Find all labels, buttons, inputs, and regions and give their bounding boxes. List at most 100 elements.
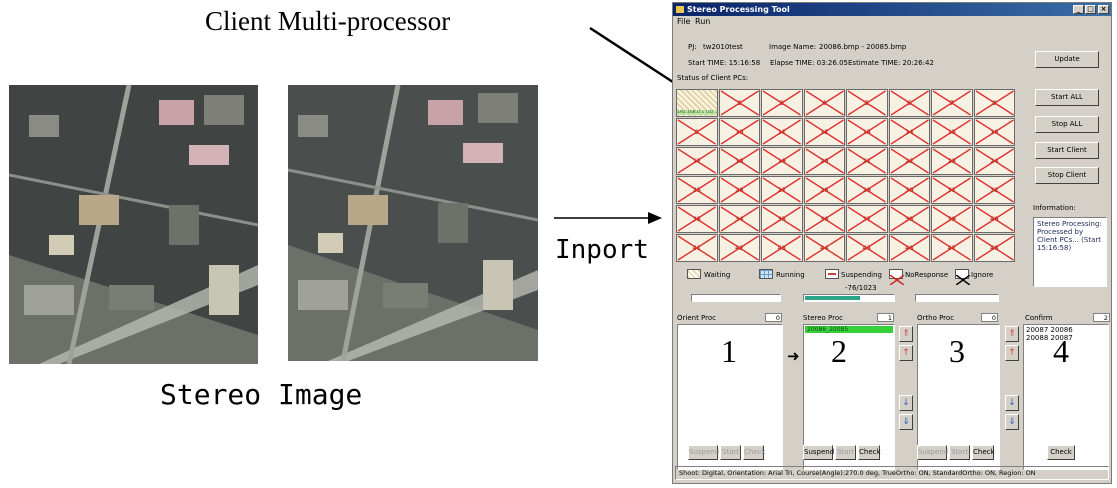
client-cell[interactable]: 15 xyxy=(931,118,973,146)
menu-file[interactable]: File xyxy=(677,17,690,26)
confirm-check-button[interactable]: Check xyxy=(1047,445,1075,460)
client-cell[interactable]: 25 xyxy=(676,176,718,204)
move-bottom-icon[interactable]: ⇓ xyxy=(1005,414,1019,430)
client-cell[interactable]: 32 xyxy=(973,176,1015,204)
stereo-check-button[interactable]: Check xyxy=(858,445,881,460)
client-cell-number: 44 xyxy=(820,244,829,252)
image-name-value: 20086.bmp - 20085.bmp xyxy=(819,43,907,51)
client-cell[interactable]: 47 xyxy=(931,234,973,262)
client-cell-number: 36 xyxy=(820,215,829,223)
client-cell[interactable]: 48 xyxy=(973,234,1015,262)
inport-label: Inport xyxy=(555,235,649,265)
minimize-button[interactable]: _ xyxy=(1073,5,1084,14)
client-cell[interactable]: 20 xyxy=(803,147,845,175)
client-cell[interactable]: 31 xyxy=(931,176,973,204)
orient-suspend-button[interactable]: Suspend xyxy=(688,445,719,460)
client-pc-grid: 192.168.0.1 (10...) 2 3 4 5 6 7 8 9 10 11 12 13 14 15 1… xyxy=(676,89,1019,265)
stereo-proc-count: 1 xyxy=(877,313,894,322)
client-cell[interactable]: 39 xyxy=(931,205,973,233)
close-button[interactable]: × xyxy=(1098,5,1109,14)
client-cell[interactable]: 22 xyxy=(888,147,930,175)
client-cell[interactable]: 40 xyxy=(973,205,1015,233)
maximize-button[interactable]: □ xyxy=(1085,5,1096,14)
client-cell[interactable]: 5 xyxy=(846,89,888,117)
client-cell[interactable]: 6 xyxy=(888,89,930,117)
ortho-start-button[interactable]: Start xyxy=(949,445,970,460)
client-cell[interactable]: 28 xyxy=(803,176,845,204)
stereo-suspend-button[interactable]: Suspend xyxy=(803,445,834,460)
client-cell[interactable]: 30 xyxy=(888,176,930,204)
start-client-button[interactable]: Start Client xyxy=(1035,142,1099,159)
status-bar-text: Shoot: Digital, Orientation: Arial Tri, … xyxy=(679,469,1036,477)
client-cell[interactable]: 23 xyxy=(931,147,973,175)
client-cell[interactable]: 45 xyxy=(846,234,888,262)
client-cell[interactable]: 18 xyxy=(718,147,760,175)
start-time: Start TIME: 15:16:58 xyxy=(688,59,761,67)
client-cell[interactable]: 12 xyxy=(803,118,845,146)
client-cell[interactable]: 33 xyxy=(676,205,718,233)
client-cell[interactable]: 21 xyxy=(846,147,888,175)
start-all-button[interactable]: Start ALL xyxy=(1035,89,1099,106)
client-cell[interactable]: 14 xyxy=(888,118,930,146)
client-cell[interactable]: 27 xyxy=(761,176,803,204)
move-up-icon[interactable]: ↑ xyxy=(899,345,913,361)
client-cell[interactable]: 34 xyxy=(718,205,760,233)
legend-suspending-swatch xyxy=(825,269,839,279)
update-button[interactable]: Update xyxy=(1035,51,1099,68)
stereo-image-caption: Stereo Image xyxy=(160,378,363,411)
client-cell[interactable]: 3 xyxy=(761,89,803,117)
client-cell[interactable]: 17 xyxy=(676,147,718,175)
confirm-label: Confirm xyxy=(1025,314,1053,322)
client-cell[interactable]: 42 xyxy=(718,234,760,262)
move-down-icon[interactable]: ↓ xyxy=(1005,395,1019,411)
stop-all-button[interactable]: Stop ALL xyxy=(1035,116,1099,133)
pj-value: tw2010test xyxy=(703,43,743,51)
client-cell-ip: 192.168.0.1 (10...) xyxy=(677,110,717,115)
client-cell-number: 15 xyxy=(947,128,956,136)
orient-check-button[interactable]: Check xyxy=(743,445,766,460)
client-cell[interactable]: 38 xyxy=(888,205,930,233)
ortho-check-button[interactable]: Check xyxy=(972,445,995,460)
client-cell[interactable]: 44 xyxy=(803,234,845,262)
client-cell[interactable]: 7 xyxy=(931,89,973,117)
client-cell[interactable]: 41 xyxy=(676,234,718,262)
client-cell[interactable]: 26 xyxy=(718,176,760,204)
ortho-progress xyxy=(915,294,999,302)
client-cell-number: 37 xyxy=(862,215,871,223)
move-up-icon[interactable]: ↑ xyxy=(1005,345,1019,361)
ortho-suspend-button[interactable]: Suspend xyxy=(917,445,948,460)
client-cell[interactable]: 36 xyxy=(803,205,845,233)
stereo-start-button[interactable]: Start xyxy=(835,445,856,460)
client-cell[interactable]: 2 xyxy=(718,89,760,117)
client-cell[interactable]: 37 xyxy=(846,205,888,233)
move-top-icon[interactable]: ⇑ xyxy=(1005,326,1019,342)
client-cell[interactable]: 13 xyxy=(846,118,888,146)
client-cell-number: 4 xyxy=(822,99,827,107)
move-top-icon[interactable]: ⇑ xyxy=(899,326,913,342)
client-cell[interactable]: 9 xyxy=(676,118,718,146)
client-cell[interactable]: 11 xyxy=(761,118,803,146)
menu-run[interactable]: Run xyxy=(695,17,710,26)
stereo-proc-item[interactable]: 20086_20085 xyxy=(805,326,893,333)
client-cell[interactable]: 19 xyxy=(761,147,803,175)
client-cell[interactable]: 4 xyxy=(803,89,845,117)
orient-start-button[interactable]: Start xyxy=(720,445,741,460)
orient-progress xyxy=(691,294,781,302)
move-down-icon[interactable]: ↓ xyxy=(899,395,913,411)
client-cell[interactable]: 24 xyxy=(973,147,1015,175)
client-cell[interactable]: 192.168.0.1 (10...) xyxy=(676,89,718,117)
client-cell-number: 17 xyxy=(692,157,701,165)
client-cell-number: 27 xyxy=(777,186,786,194)
client-cell[interactable]: 10 xyxy=(718,118,760,146)
client-cell[interactable]: 46 xyxy=(888,234,930,262)
client-cell-number: 45 xyxy=(862,244,871,252)
client-cell[interactable]: 43 xyxy=(761,234,803,262)
client-cell[interactable]: 29 xyxy=(846,176,888,204)
client-cell[interactable]: 16 xyxy=(973,118,1015,146)
stop-client-button[interactable]: Stop Client xyxy=(1035,167,1099,184)
client-cell[interactable]: 8 xyxy=(973,89,1015,117)
client-cell-number: 3 xyxy=(779,99,784,107)
move-bottom-icon[interactable]: ⇓ xyxy=(899,414,913,430)
client-cell-number: 2 xyxy=(737,99,742,107)
client-cell[interactable]: 35 xyxy=(761,205,803,233)
